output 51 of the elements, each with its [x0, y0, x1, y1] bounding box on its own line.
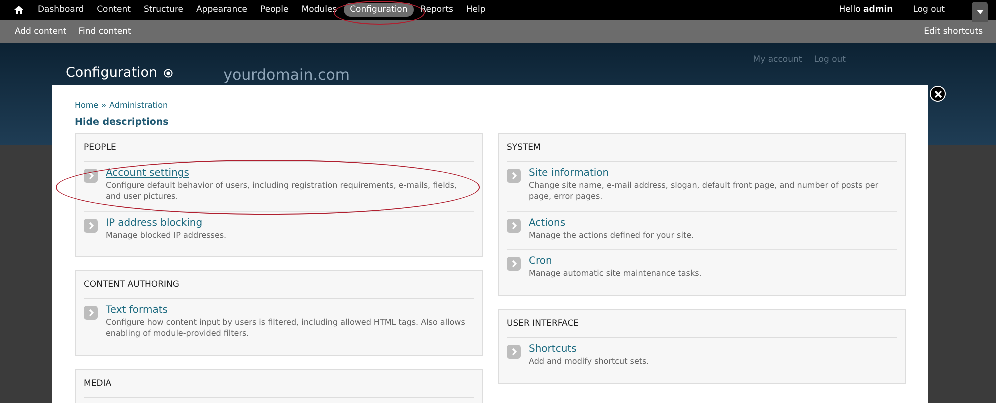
- toolbar-menu-item[interactable]: People: [254, 3, 295, 17]
- caret-icon: [976, 10, 984, 14]
- panel-title: PEOPLE: [84, 140, 474, 162]
- toolbar-menu-item[interactable]: Modules: [296, 3, 344, 17]
- settings-link[interactable]: Site information: [529, 168, 897, 179]
- settings-description: Change site name, e-mail address, slogan, default front page, and number of posts per page, error pages.: [529, 181, 880, 203]
- home-icon[interactable]: [14, 5, 24, 15]
- settings-description: Add and modify shortcut sets.: [529, 357, 650, 368]
- settings-link[interactable]: Actions: [529, 218, 694, 229]
- toolbar-menu-item[interactable]: Dashboard: [32, 3, 90, 17]
- chevron-icon: [84, 169, 98, 183]
- edit-shortcuts-link[interactable]: Edit shortcuts: [924, 26, 983, 36]
- breadcrumb-link[interactable]: Home: [75, 101, 99, 110]
- hide-descriptions-link[interactable]: Hide descriptions: [75, 117, 169, 128]
- toolbar-menu-item[interactable]: Reports: [414, 3, 460, 17]
- toolbar-menu-item[interactable]: Appearance: [190, 3, 254, 17]
- settings-description: Manage blocked IP addresses.: [106, 230, 227, 242]
- settings-description: Configure default behavior of users, including registration requirements, e-mails, fields, and user pictures.: [106, 181, 458, 203]
- toolbar-menu-item[interactable]: Configuration: [344, 3, 414, 17]
- shortcut-link[interactable]: Add content: [15, 26, 67, 36]
- add-shortcut-icon[interactable]: [164, 68, 173, 78]
- shortcut-link[interactable]: Find content: [78, 26, 132, 36]
- panel-title: SYSTEM: [507, 140, 897, 162]
- greeting-text: Hello admin: [839, 5, 894, 15]
- chevron-icon: [507, 169, 521, 183]
- settings-link[interactable]: Cron: [529, 256, 702, 268]
- logout-link[interactable]: Log out: [907, 3, 951, 17]
- chevron-icon: [84, 218, 98, 233]
- settings-link[interactable]: Account settings: [106, 168, 474, 179]
- shortcuts-toggle-button[interactable]: [972, 2, 988, 22]
- chevron-icon: [84, 306, 98, 320]
- toolbar-menu-item[interactable]: Structure: [138, 3, 190, 17]
- panel-title: CONTENT AUTHORING: [84, 277, 474, 300]
- toolbar-menu-item[interactable]: Content: [91, 3, 137, 17]
- settings-description: Manage automatic site maintenance tasks.: [529, 269, 702, 280]
- breadcrumb-separator: »: [102, 101, 107, 110]
- breadcrumb-link[interactable]: Administration: [110, 101, 168, 110]
- settings-description: Configure how content input by users is filtered, including allowed HTML tags. Also allows enabling of module-provided filters.: [106, 318, 466, 340]
- settings-link[interactable]: Text formats: [106, 305, 474, 316]
- panel-title: USER INTERFACE: [507, 316, 897, 338]
- site-name: yourdomain.com: [224, 66, 350, 84]
- close-icon: [934, 90, 942, 98]
- page-title: Configuration: [66, 65, 158, 81]
- chevron-icon: [507, 218, 521, 233]
- settings-link[interactable]: IP address blocking: [106, 218, 227, 229]
- settings-link[interactable]: Shortcuts: [529, 344, 650, 356]
- chevron-icon: [507, 345, 521, 360]
- chevron-icon: [507, 257, 521, 272]
- panel-title: MEDIA: [84, 376, 474, 398]
- settings-description: Manage the actions defined for your site.: [529, 230, 694, 242]
- toolbar-menu-item[interactable]: Help: [460, 3, 492, 17]
